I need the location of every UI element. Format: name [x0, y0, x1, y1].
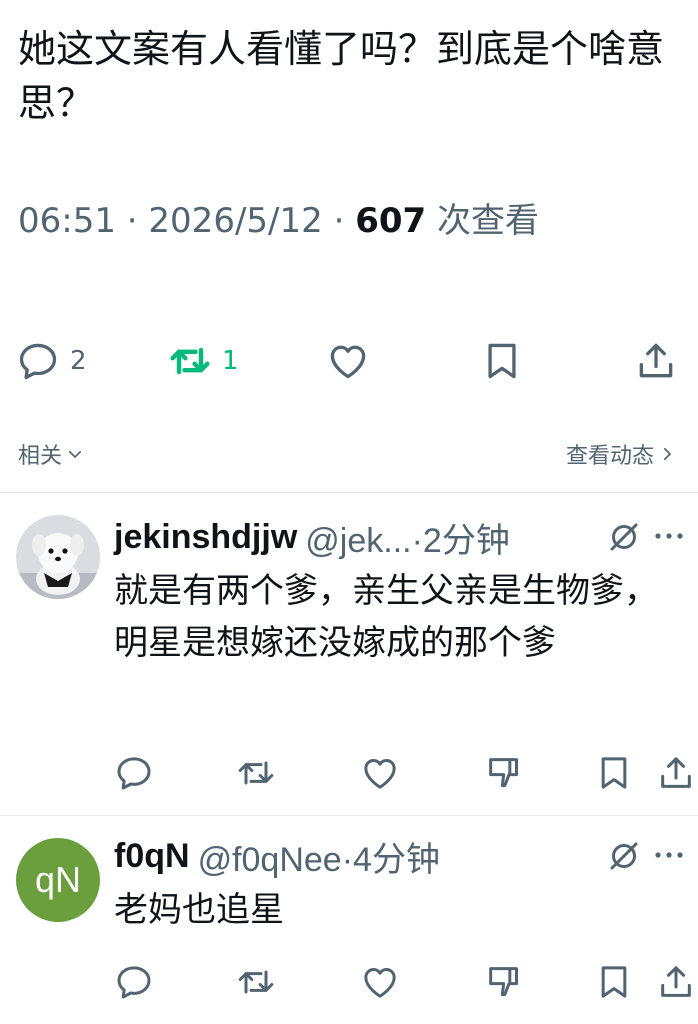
bookmark-button[interactable] [480, 335, 524, 387]
chevron-right-icon [663, 447, 671, 461]
author-name[interactable]: jekinshdjjw [114, 518, 297, 557]
reply-icon [117, 757, 151, 790]
view-activity-link[interactable]: 查看动态 [566, 438, 676, 470]
reply-icon [117, 966, 151, 999]
reply-count: 2 [70, 346, 87, 376]
retweet-button[interactable] [236, 962, 276, 1002]
reply-action-bar [0, 753, 698, 797]
author-handle: @jek...·2分钟 [305, 521, 510, 560]
bookmark-icon [601, 757, 627, 789]
reply-action-bar [0, 962, 698, 1006]
heart-icon [364, 968, 396, 998]
reply-text: 就是有两个爹，亲生父亲是生物爹，明星是想嫁还没嫁成的那个爹 [114, 571, 658, 663]
like-button[interactable] [360, 753, 400, 793]
share-icon [639, 343, 673, 378]
author-name[interactable]: f0qN [114, 837, 190, 876]
thumbs-down-icon [489, 967, 518, 996]
retweet-icon [238, 970, 274, 994]
heart-icon [330, 345, 366, 379]
retweet-icon [238, 761, 274, 785]
bookmark-button[interactable] [594, 753, 634, 793]
meta-separator: · [322, 201, 356, 241]
bookmark-button[interactable] [594, 962, 634, 1002]
avatar[interactable]: qN [16, 838, 100, 922]
share-icon [661, 966, 691, 997]
reply-button[interactable] [114, 753, 154, 793]
author-handle: @f0qNee·4分钟 [197, 840, 440, 879]
dog-avatar-image [16, 515, 100, 599]
like-button[interactable] [326, 335, 370, 387]
meta-separator: · [115, 201, 149, 241]
related-label: 相关 [18, 444, 63, 469]
like-button[interactable] [360, 962, 400, 1002]
reply-button[interactable]: 2 [16, 335, 87, 387]
post-text: 她这文案有人看懂了吗？到底是个啥意思？ [18, 27, 665, 125]
more-options-icon[interactable] [654, 531, 684, 541]
thumbs-down-icon [489, 758, 518, 787]
share-button[interactable] [634, 335, 678, 387]
reply-header: jekinshdjjw @jek...·2分钟 [114, 513, 510, 561]
more-options-icon[interactable] [654, 850, 684, 860]
grok-icon[interactable] [606, 838, 642, 874]
reply-header: f0qN @f0qNee·4分钟 [114, 832, 440, 880]
downvote-button[interactable] [484, 962, 524, 1002]
avatar[interactable] [16, 515, 100, 599]
share-button[interactable] [656, 753, 696, 793]
reply-button[interactable] [114, 962, 154, 1002]
related-dropdown[interactable]: 相关 [18, 438, 84, 470]
reply-item[interactable]: jekinshdjjw @jek...·2分钟 就是有两个爹，亲生父亲是生物爹，… [0, 493, 698, 815]
reply-icon [19, 343, 57, 380]
related-row: 相关 查看动态 [0, 432, 698, 472]
heart-icon [364, 759, 396, 789]
retweet-button[interactable]: 1 [168, 335, 239, 387]
grok-icon[interactable] [606, 519, 642, 555]
views-count: 607 [355, 201, 427, 241]
bookmark-icon [488, 343, 516, 379]
share-button[interactable] [656, 962, 696, 1002]
views-label: 次查看 [426, 201, 539, 241]
retweet-button[interactable] [236, 753, 276, 793]
post-date: 2026/5/12 [148, 201, 323, 241]
reply-item[interactable]: qN f0qN @f0qNee·4分钟 老妈也追星 [0, 816, 698, 1024]
retweet-count: 1 [222, 346, 239, 376]
post-action-bar: 2 1 [0, 335, 698, 387]
bookmark-icon [601, 966, 627, 998]
activity-label: 查看动态 [565, 444, 654, 469]
chevron-down-icon [68, 450, 82, 458]
retweet-icon [170, 347, 210, 375]
post-time: 06:51 [18, 201, 116, 241]
downvote-button[interactable] [484, 753, 524, 793]
share-icon [661, 757, 691, 788]
post-meta: 06:51 · 2026/5/12 · 607 次查看 [18, 196, 539, 246]
reply-text: 老妈也追星 [114, 890, 284, 930]
